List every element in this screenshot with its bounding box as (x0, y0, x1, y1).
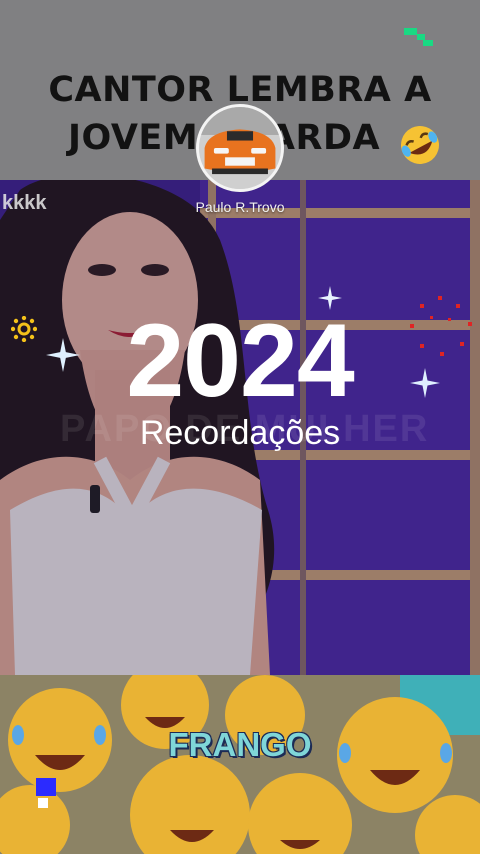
sparkle-icon (410, 368, 440, 398)
app-logo-icon (404, 28, 434, 48)
app-watermark-icon (36, 778, 56, 808)
car-avatar-image (199, 107, 281, 189)
recap-subtitle: Recordações (139, 414, 341, 452)
sparkle-icon (46, 338, 80, 372)
laughing-emoji-collage (0, 675, 480, 854)
emoji-background (0, 675, 480, 854)
profile-name[interactable]: Paulo R.Trovo (0, 199, 480, 215)
bottom-caption: FRANGO (168, 726, 312, 763)
video-story-frame: CANTOR LEMBRA A JOVEM GUARDA kkkk PAPO D… (0, 0, 480, 854)
rolling-laughing-emoji-icon (401, 126, 439, 164)
firework-dots-icon (410, 296, 472, 356)
avatar[interactable] (196, 104, 284, 192)
sparkle-icon (318, 286, 342, 310)
sun-icon (11, 316, 37, 342)
